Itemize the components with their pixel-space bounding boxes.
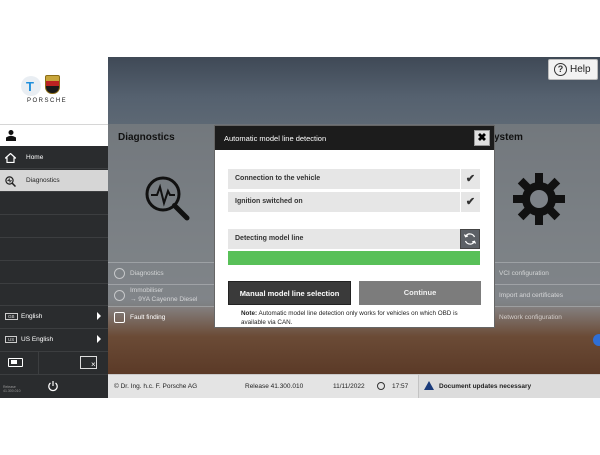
- import-certificates-menu-item[interactable]: Import and certificates: [494, 284, 600, 306]
- tile-title: ystem: [494, 132, 523, 143]
- side-handle[interactable]: [593, 334, 600, 346]
- progress-fill: [228, 251, 480, 265]
- menu-item-label: Fault finding: [130, 314, 166, 321]
- vci-disconnected-icon[interactable]: [80, 356, 97, 369]
- sidebar: T PORSCHE Home Diagnostics GB English US…: [0, 57, 108, 398]
- fault-finding-icon: [114, 312, 125, 323]
- help-label: Help: [570, 63, 591, 75]
- dialog-header: Automatic model line detection ✖: [215, 126, 494, 150]
- diagnostics-search-icon: [145, 176, 190, 221]
- logo-area: T PORSCHE: [0, 57, 108, 124]
- immobiliser-icon: [114, 290, 125, 301]
- language-selector-gb[interactable]: GB English: [0, 305, 108, 327]
- detection-progress-bar: [228, 251, 480, 265]
- sidebar-item-label: Diagnostics: [26, 177, 60, 184]
- sidebar-footer: Release 41.300.010: [0, 374, 108, 398]
- model-line-detection-dialog: Automatic model line detection ✖ Connect…: [214, 125, 495, 328]
- status-label: Connection to the vehicle: [235, 175, 321, 182]
- sidebar-item-label: Home: [26, 154, 44, 161]
- note-text: Automatic model line detection only work…: [241, 310, 458, 326]
- sidebar-item-diagnostics[interactable]: Diagnostics: [0, 170, 108, 192]
- diagnostics-menu-item[interactable]: Diagnostics: [108, 262, 215, 284]
- menu-item-label: VCI configuration: [499, 270, 549, 277]
- close-icon[interactable]: ✖: [474, 130, 490, 146]
- manual-model-line-selection-button[interactable]: Manual model line selection: [228, 281, 351, 305]
- tool-logo: T: [21, 76, 41, 96]
- ignition-status: Ignition switched on ✔: [228, 192, 480, 212]
- vehicle-connection-status: Connection to the vehicle ✔: [228, 169, 480, 189]
- language-label: US English: [21, 336, 54, 343]
- checkmark-icon: ✔: [460, 169, 480, 189]
- network-configuration-menu-item[interactable]: Network configuration: [494, 306, 600, 328]
- release-version: Release 41.300.010: [245, 383, 304, 390]
- user-icon: [6, 130, 16, 141]
- chevron-right-icon: [97, 335, 101, 343]
- porsche-crest-logo: [45, 75, 60, 94]
- dialog-title: Automatic model line detection: [224, 134, 327, 143]
- status-label: Detecting model line: [235, 235, 304, 242]
- power-icon[interactable]: [47, 380, 59, 392]
- menu-item-label: Immobiliser → 9YA Cayenne Diesel: [130, 287, 198, 303]
- sidebar-empty-slot: [0, 239, 108, 261]
- header-background: [108, 57, 600, 124]
- status-time: 17:57: [392, 383, 409, 390]
- diagnostics-search-icon: [5, 176, 16, 187]
- divider: [38, 352, 39, 375]
- status-date: 11/11/2022: [333, 383, 365, 390]
- diagnostics-tile[interactable]: Diagnostics Diagnostics Immobiliser → 9Y…: [108, 124, 215, 323]
- help-button[interactable]: ? Help: [548, 59, 598, 80]
- chevron-right-icon: [97, 312, 101, 320]
- vci-configuration-menu-item[interactable]: VCI configuration: [494, 262, 600, 284]
- status-label: Ignition switched on: [235, 198, 303, 205]
- sidebar-empty-slot: [0, 216, 108, 238]
- home-icon: [5, 153, 16, 163]
- gear-icon: [513, 173, 565, 225]
- status-bar: © Dr. Ing. h.c. F. Porsche AG Release 41…: [108, 374, 600, 398]
- menu-item-label: Import and certificates: [499, 292, 563, 299]
- dialog-note: Note: Automatic model line detection onl…: [241, 309, 481, 327]
- checkmark-icon: ✔: [460, 192, 480, 212]
- clock-icon: [377, 382, 385, 390]
- refresh-icon: [463, 233, 477, 245]
- language-badge: US: [5, 336, 18, 343]
- app-screen: T PORSCHE Home Diagnostics GB English US…: [0, 57, 600, 398]
- detecting-model-line-status: Detecting model line: [228, 229, 480, 249]
- brand-name: PORSCHE: [27, 98, 68, 104]
- document-updates-button[interactable]: Document updates necessary: [418, 375, 600, 398]
- menu-item-label: Network configuration: [499, 314, 562, 321]
- sidebar-item-home[interactable]: Home: [0, 147, 108, 169]
- diagnostics-icon: [114, 268, 125, 279]
- note-label: Note:: [241, 310, 258, 317]
- language-badge: GB: [5, 313, 18, 320]
- sidebar-empty-slot: [0, 193, 108, 215]
- user-profile-button[interactable]: [0, 124, 108, 146]
- system-tile[interactable]: ystem VCI configuration Import and certi…: [494, 124, 600, 321]
- sidebar-empty-slot: [0, 262, 108, 284]
- menu-item-label: Diagnostics: [130, 270, 164, 277]
- tile-title: Diagnostics: [118, 132, 175, 143]
- copyright-text: © Dr. Ing. h.c. F. Porsche AG: [114, 383, 198, 390]
- language-selector-us[interactable]: US US English: [0, 328, 108, 350]
- fault-finding-menu-item[interactable]: Fault finding: [108, 306, 215, 328]
- version-text: Release 41.300.010: [3, 385, 21, 393]
- battery-icon[interactable]: [8, 358, 23, 367]
- tool-logo-mark: T: [26, 79, 34, 94]
- refresh-button[interactable]: [460, 229, 480, 249]
- document-updates-label: Document updates necessary: [439, 383, 532, 390]
- question-mark-icon: ?: [554, 63, 567, 76]
- device-status-row: [0, 351, 108, 375]
- immobiliser-menu-item[interactable]: Immobiliser → 9YA Cayenne Diesel: [108, 284, 215, 306]
- continue-button[interactable]: Continue: [359, 281, 481, 305]
- warning-icon: [424, 381, 434, 390]
- language-label: English: [21, 313, 43, 320]
